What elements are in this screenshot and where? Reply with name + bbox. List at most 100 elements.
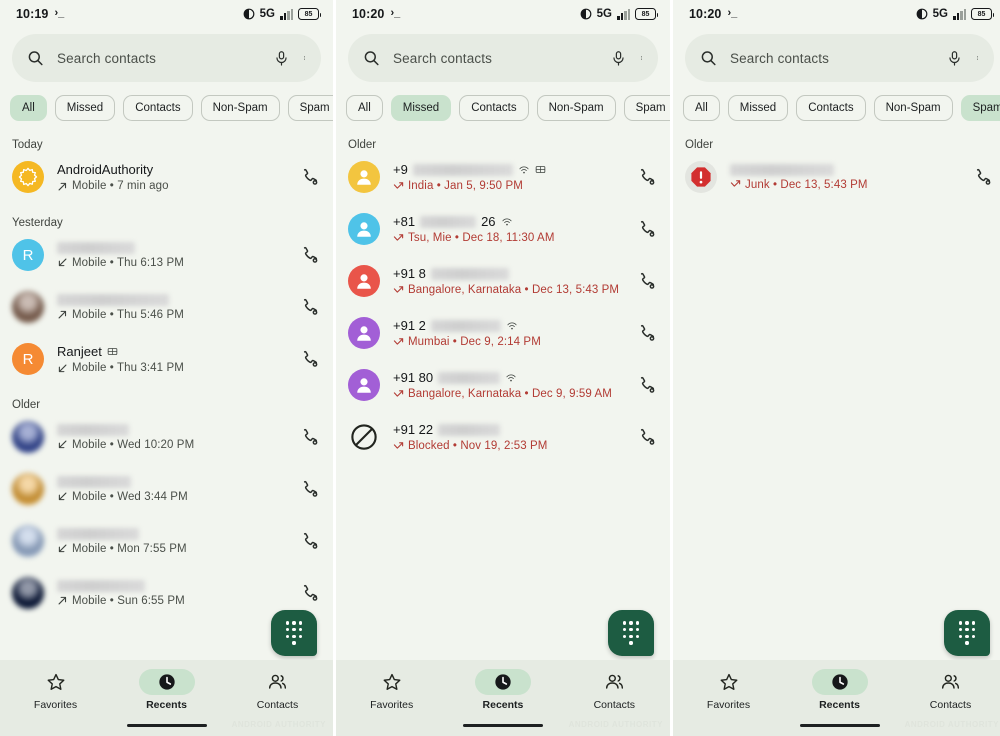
incoming-arrow-icon (57, 363, 68, 374)
nav-item-recents[interactable]: Recents (453, 669, 553, 711)
filter-chip-all[interactable]: All (346, 95, 383, 121)
call-log-row[interactable]: +91 8 Bangalore, Karnataka • Dec 13, 5:43… (336, 255, 670, 307)
call-back-icon[interactable] (634, 375, 656, 396)
dialpad-fab-button[interactable] (271, 610, 317, 656)
nav-item-contacts[interactable]: Contacts (564, 669, 664, 711)
call-back-icon[interactable] (297, 349, 319, 370)
call-log-row[interactable]: +9 India • Jan 5, 9:50 PM (336, 151, 670, 203)
redacted-name-block (430, 267, 509, 280)
filter-chip-contacts[interactable]: Contacts (796, 95, 866, 121)
call-row-detail: Mobile • Thu 6:13 PM (57, 257, 284, 269)
star-icon (28, 669, 84, 695)
nav-item-favorites[interactable]: Favorites (342, 669, 442, 711)
call-log-row[interactable]: AndroidAuthority Mobile • 7 min ago (0, 151, 333, 203)
call-back-icon[interactable] (297, 297, 319, 318)
search-icon (362, 49, 381, 68)
filter-chip-non-spam[interactable]: Non-Spam (200, 95, 280, 121)
nav-item-favorites[interactable]: Favorites (6, 669, 106, 711)
nav-item-recents[interactable]: Recents (790, 669, 890, 711)
filter-chip-missed[interactable]: Missed (390, 95, 452, 121)
call-back-icon[interactable] (297, 583, 319, 604)
call-log-row[interactable]: Junk • Dec 13, 5:43 PM (673, 151, 1000, 203)
overflow-menu-icon[interactable] (302, 49, 307, 67)
call-detail-text: Mobile • Thu 6:13 PM (72, 256, 184, 269)
status-bar-left: 10:19 ›_ (16, 7, 64, 21)
call-back-icon[interactable] (634, 271, 656, 292)
call-back-icon[interactable] (634, 167, 656, 188)
filter-chip-missed[interactable]: Missed (54, 95, 116, 121)
search-input[interactable]: Search contacts (393, 51, 598, 66)
call-back-icon[interactable] (297, 245, 319, 266)
call-log-row[interactable]: Mobile • Wed 3:44 PM (0, 463, 333, 515)
call-back-icon[interactable] (634, 323, 656, 344)
call-log-row[interactable]: Mobile • Mon 7:55 PM (0, 515, 333, 567)
missed-arrow-icon (730, 179, 741, 190)
call-detail-text: Mumbai • Dec 9, 2:14 PM (408, 336, 541, 348)
call-back-icon[interactable] (634, 427, 656, 448)
search-bar[interactable]: Search contacts (685, 34, 994, 82)
nav-item-label: Favorites (706, 699, 751, 711)
call-log-row[interactable]: +91 22 Blocked • Nov 19, 2:53 PM (336, 411, 670, 463)
terminal-icon: ›_ (390, 7, 401, 19)
overflow-menu-icon[interactable] (975, 49, 980, 67)
caller-name: +9 (393, 162, 408, 177)
filter-chip-contacts[interactable]: Contacts (459, 95, 529, 121)
filter-chip-spam[interactable]: Spam (623, 95, 670, 121)
outgoing-arrow-icon (57, 595, 68, 606)
call-log-row[interactable]: R Mobile • Thu 6:13 PM (0, 229, 333, 281)
filter-chip-non-spam[interactable]: Non-Spam (873, 95, 953, 121)
caller-name: +91 22 (393, 422, 434, 437)
home-indicator[interactable] (126, 723, 207, 727)
call-row-text: Mobile • Mon 7:55 PM (57, 527, 284, 555)
dialpad-fab-button[interactable] (944, 610, 990, 656)
filter-chip-missed[interactable]: Missed (727, 95, 789, 121)
filter-chip-spam[interactable]: Spam (287, 95, 333, 121)
call-log-row[interactable]: R Ranjeet Mobile • Thu 3:41 PM (0, 333, 333, 385)
call-back-icon[interactable] (297, 531, 319, 552)
nav-item-contacts[interactable]: Contacts (901, 669, 1000, 711)
call-back-icon[interactable] (297, 167, 319, 188)
missed-arrow-icon (393, 181, 404, 192)
missed-arrow-icon (393, 441, 404, 452)
home-indicator[interactable] (463, 723, 543, 727)
call-detail-text: Mobile • 7 min ago (72, 180, 169, 192)
call-back-icon[interactable] (634, 219, 656, 240)
call-log-row[interactable]: +91 2 Mumbai • Dec 9, 2:14 PM (336, 307, 670, 359)
home-indicator[interactable] (799, 723, 880, 727)
search-input[interactable]: Search contacts (730, 51, 934, 66)
call-log-row[interactable]: +81 26 Tsu, Mie • Dec 18, 11:30 AM (336, 203, 670, 255)
call-row-text: Ranjeet Mobile • Thu 3:41 PM (57, 344, 284, 374)
search-input[interactable]: Search contacts (57, 51, 261, 66)
filter-chip-contacts[interactable]: Contacts (123, 95, 193, 121)
call-log-row[interactable]: +91 80 Bangalore, Karnataka • Dec 9, 9:59… (336, 359, 670, 411)
filter-chip-all[interactable]: All (10, 95, 47, 121)
call-detail-text: Bangalore, Karnataka • Dec 9, 9:59 AM (408, 388, 612, 400)
section-header: Today (12, 139, 43, 151)
call-back-icon[interactable] (970, 167, 992, 188)
people-icon (586, 669, 642, 695)
call-row-title (57, 293, 284, 306)
filter-chip-non-spam[interactable]: Non-Spam (536, 95, 616, 121)
call-log-row[interactable]: Mobile • Thu 5:46 PM (0, 281, 333, 333)
overflow-menu-icon[interactable] (639, 49, 644, 67)
search-bar[interactable]: Search contacts (12, 34, 321, 82)
filter-chip-all[interactable]: All (683, 95, 720, 121)
filter-chip-spam[interactable]: Spam (960, 95, 1000, 121)
search-bar[interactable]: Search contacts (348, 34, 658, 82)
avatar-photo-blurred (12, 577, 44, 609)
call-back-icon[interactable] (297, 427, 319, 448)
mic-icon[interactable] (946, 49, 963, 68)
video-call-icon (535, 164, 546, 175)
dialpad-fab-button[interactable] (608, 610, 654, 656)
mic-icon[interactable] (610, 49, 627, 68)
nav-item-contacts[interactable]: Contacts (228, 669, 328, 711)
nav-item-favorites[interactable]: Favorites (679, 669, 779, 711)
call-log-row[interactable]: Mobile • Wed 10:20 PM (0, 411, 333, 463)
call-row-detail: Mobile • Mon 7:55 PM (57, 543, 284, 555)
call-row-detail: Blocked • Nov 19, 2:53 PM (393, 440, 621, 452)
section-header: Yesterday (12, 217, 63, 229)
nav-item-recents[interactable]: Recents (117, 669, 217, 711)
call-row-text: Mobile • Sun 6:55 PM (57, 579, 284, 607)
mic-icon[interactable] (273, 49, 290, 68)
call-back-icon[interactable] (297, 479, 319, 500)
